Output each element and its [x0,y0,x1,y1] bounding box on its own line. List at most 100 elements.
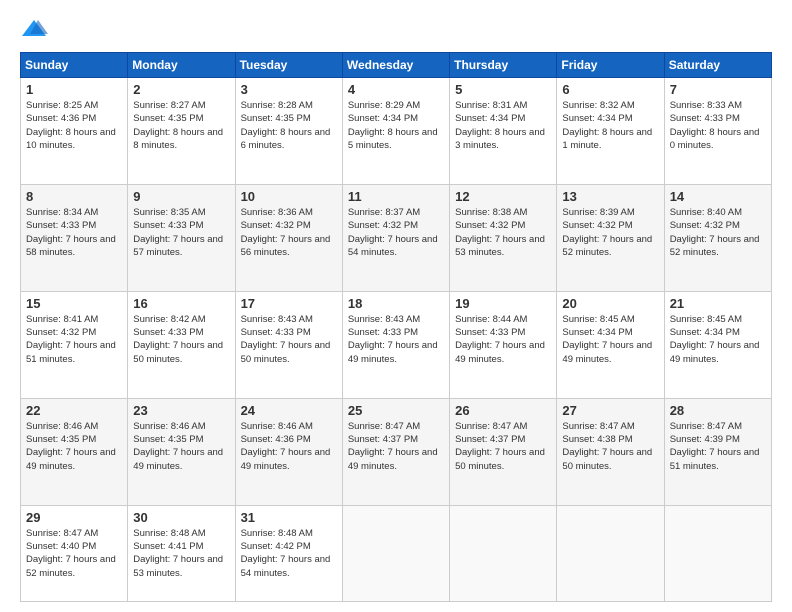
sunset-label: Sunset: 4:36 PM [241,434,311,445]
sunrise-label: Sunrise: 8:47 AM [348,421,420,432]
sunrise-label: Sunrise: 8:47 AM [455,421,527,432]
day-number: 10 [241,189,337,204]
daylight-label: Daylight: 7 hours and 53 minutes. [133,554,223,578]
sunset-label: Sunset: 4:36 PM [26,113,96,124]
day-number: 21 [670,296,766,311]
week-row-1: 1 Sunrise: 8:25 AM Sunset: 4:36 PM Dayli… [21,78,772,185]
daylight-label: Daylight: 7 hours and 57 minutes. [133,234,223,258]
day-number: 31 [241,510,337,525]
sunrise-label: Sunrise: 8:43 AM [348,314,420,325]
sunset-label: Sunset: 4:39 PM [670,434,740,445]
day-number: 18 [348,296,444,311]
calendar-cell: 31 Sunrise: 8:48 AM Sunset: 4:42 PM Dayl… [235,505,342,601]
sunset-label: Sunset: 4:33 PM [670,113,740,124]
day-info: Sunrise: 8:42 AM Sunset: 4:33 PM Dayligh… [133,313,229,366]
daylight-label: Daylight: 7 hours and 49 minutes. [241,447,331,471]
sunrise-label: Sunrise: 8:36 AM [241,207,313,218]
calendar-cell: 20 Sunrise: 8:45 AM Sunset: 4:34 PM Dayl… [557,291,664,398]
day-info: Sunrise: 8:48 AM Sunset: 4:41 PM Dayligh… [133,527,229,580]
daylight-label: Daylight: 7 hours and 49 minutes. [670,340,760,364]
sunset-label: Sunset: 4:42 PM [241,541,311,552]
daylight-label: Daylight: 7 hours and 54 minutes. [241,554,331,578]
day-info: Sunrise: 8:45 AM Sunset: 4:34 PM Dayligh… [562,313,658,366]
daylight-label: Daylight: 7 hours and 49 minutes. [133,447,223,471]
day-info: Sunrise: 8:43 AM Sunset: 4:33 PM Dayligh… [241,313,337,366]
calendar-cell: 24 Sunrise: 8:46 AM Sunset: 4:36 PM Dayl… [235,398,342,505]
calendar-cell: 10 Sunrise: 8:36 AM Sunset: 4:32 PM Dayl… [235,184,342,291]
header [20,16,772,44]
day-info: Sunrise: 8:32 AM Sunset: 4:34 PM Dayligh… [562,99,658,152]
sunrise-label: Sunrise: 8:47 AM [26,528,98,539]
week-row-2: 8 Sunrise: 8:34 AM Sunset: 4:33 PM Dayli… [21,184,772,291]
day-number: 8 [26,189,122,204]
day-number: 9 [133,189,229,204]
sunset-label: Sunset: 4:32 PM [562,220,632,231]
calendar-cell: 23 Sunrise: 8:46 AM Sunset: 4:35 PM Dayl… [128,398,235,505]
day-number: 6 [562,82,658,97]
sunset-label: Sunset: 4:34 PM [562,113,632,124]
day-number: 23 [133,403,229,418]
sunset-label: Sunset: 4:35 PM [133,434,203,445]
calendar-cell: 30 Sunrise: 8:48 AM Sunset: 4:41 PM Dayl… [128,505,235,601]
sunset-label: Sunset: 4:37 PM [455,434,525,445]
calendar-cell: 28 Sunrise: 8:47 AM Sunset: 4:39 PM Dayl… [664,398,771,505]
sunrise-label: Sunrise: 8:28 AM [241,100,313,111]
sunrise-label: Sunrise: 8:44 AM [455,314,527,325]
day-number: 7 [670,82,766,97]
logo-icon [20,16,48,44]
sunrise-label: Sunrise: 8:46 AM [26,421,98,432]
day-info: Sunrise: 8:47 AM Sunset: 4:37 PM Dayligh… [455,420,551,473]
calendar-cell: 5 Sunrise: 8:31 AM Sunset: 4:34 PM Dayli… [450,78,557,185]
sunset-label: Sunset: 4:38 PM [562,434,632,445]
calendar-cell: 7 Sunrise: 8:33 AM Sunset: 4:33 PM Dayli… [664,78,771,185]
sunset-label: Sunset: 4:32 PM [348,220,418,231]
sunrise-label: Sunrise: 8:45 AM [670,314,742,325]
daylight-label: Daylight: 7 hours and 50 minutes. [562,447,652,471]
calendar-cell: 21 Sunrise: 8:45 AM Sunset: 4:34 PM Dayl… [664,291,771,398]
sunrise-label: Sunrise: 8:48 AM [241,528,313,539]
day-number: 3 [241,82,337,97]
sunset-label: Sunset: 4:34 PM [562,327,632,338]
sunset-label: Sunset: 4:41 PM [133,541,203,552]
sunrise-label: Sunrise: 8:48 AM [133,528,205,539]
page: SundayMondayTuesdayWednesdayThursdayFrid… [0,0,792,612]
calendar-cell: 6 Sunrise: 8:32 AM Sunset: 4:34 PM Dayli… [557,78,664,185]
day-info: Sunrise: 8:41 AM Sunset: 4:32 PM Dayligh… [26,313,122,366]
sunrise-label: Sunrise: 8:47 AM [670,421,742,432]
daylight-label: Daylight: 7 hours and 49 minutes. [348,340,438,364]
day-info: Sunrise: 8:25 AM Sunset: 4:36 PM Dayligh… [26,99,122,152]
calendar-cell: 25 Sunrise: 8:47 AM Sunset: 4:37 PM Dayl… [342,398,449,505]
col-header-wednesday: Wednesday [342,53,449,78]
day-info: Sunrise: 8:48 AM Sunset: 4:42 PM Dayligh… [241,527,337,580]
daylight-label: Daylight: 7 hours and 53 minutes. [455,234,545,258]
day-number: 14 [670,189,766,204]
calendar-cell: 26 Sunrise: 8:47 AM Sunset: 4:37 PM Dayl… [450,398,557,505]
calendar-cell: 4 Sunrise: 8:29 AM Sunset: 4:34 PM Dayli… [342,78,449,185]
sunset-label: Sunset: 4:34 PM [455,113,525,124]
day-number: 1 [26,82,122,97]
calendar-cell: 11 Sunrise: 8:37 AM Sunset: 4:32 PM Dayl… [342,184,449,291]
sunrise-label: Sunrise: 8:45 AM [562,314,634,325]
daylight-label: Daylight: 7 hours and 49 minutes. [562,340,652,364]
sunrise-label: Sunrise: 8:31 AM [455,100,527,111]
day-number: 12 [455,189,551,204]
day-number: 29 [26,510,122,525]
calendar-cell: 18 Sunrise: 8:43 AM Sunset: 4:33 PM Dayl… [342,291,449,398]
day-number: 20 [562,296,658,311]
calendar-cell: 19 Sunrise: 8:44 AM Sunset: 4:33 PM Dayl… [450,291,557,398]
sunset-label: Sunset: 4:32 PM [455,220,525,231]
day-number: 25 [348,403,444,418]
day-info: Sunrise: 8:31 AM Sunset: 4:34 PM Dayligh… [455,99,551,152]
day-info: Sunrise: 8:44 AM Sunset: 4:33 PM Dayligh… [455,313,551,366]
sunrise-label: Sunrise: 8:40 AM [670,207,742,218]
day-info: Sunrise: 8:46 AM Sunset: 4:35 PM Dayligh… [133,420,229,473]
day-info: Sunrise: 8:46 AM Sunset: 4:36 PM Dayligh… [241,420,337,473]
week-row-5: 29 Sunrise: 8:47 AM Sunset: 4:40 PM Dayl… [21,505,772,601]
day-info: Sunrise: 8:34 AM Sunset: 4:33 PM Dayligh… [26,206,122,259]
calendar-cell: 8 Sunrise: 8:34 AM Sunset: 4:33 PM Dayli… [21,184,128,291]
daylight-label: Daylight: 7 hours and 58 minutes. [26,234,116,258]
sunset-label: Sunset: 4:32 PM [670,220,740,231]
sunrise-label: Sunrise: 8:39 AM [562,207,634,218]
calendar-header-row: SundayMondayTuesdayWednesdayThursdayFrid… [21,53,772,78]
calendar-cell: 3 Sunrise: 8:28 AM Sunset: 4:35 PM Dayli… [235,78,342,185]
